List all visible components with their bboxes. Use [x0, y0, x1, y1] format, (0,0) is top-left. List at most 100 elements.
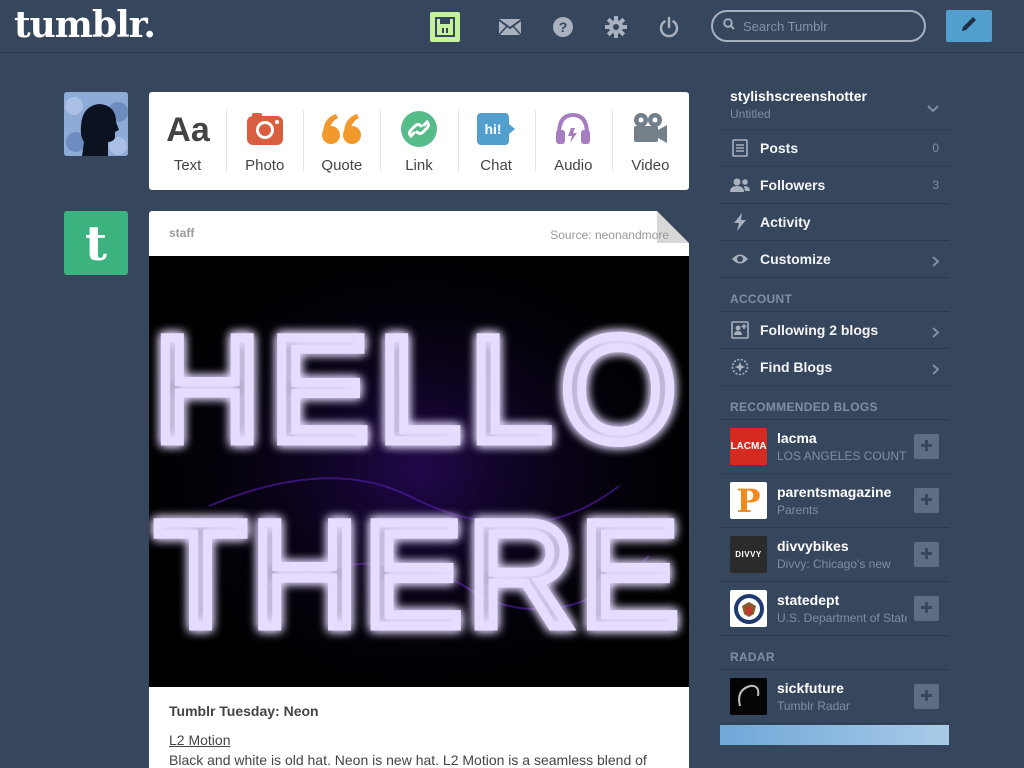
staff-avatar[interactable]: t	[64, 211, 128, 275]
posts-icon	[730, 138, 750, 158]
dashboard-icon[interactable]	[430, 12, 460, 42]
lightning-icon	[730, 212, 750, 232]
blog-description: Tumblr Radar	[777, 699, 850, 713]
blog-description: Parents	[777, 503, 819, 517]
radar-blog[interactable]: sickfuture Tumblr Radar	[720, 670, 949, 724]
search-input[interactable]	[743, 18, 913, 34]
sidebar-item-label: Customize	[760, 251, 831, 267]
recommended-blog[interactable]: DIVVY divvybikes Divvy: Chicago's new	[720, 528, 949, 582]
post-author[interactable]: staff	[169, 226, 194, 240]
recommended-blog[interactable]: statedept U.S. Department of State	[720, 582, 949, 636]
quote-icon	[321, 110, 363, 148]
radar-heading: RADAR	[720, 636, 949, 670]
compass-icon	[730, 357, 750, 377]
radar-blog-avatar	[730, 678, 767, 715]
blog-subtitle: Untitled	[730, 107, 771, 121]
gear-icon[interactable]	[601, 12, 631, 42]
post-type-audio[interactable]: Audio	[534, 92, 612, 190]
post-type-chat[interactable]: hi! Chat	[457, 92, 535, 190]
followers-icon	[730, 175, 750, 195]
posts-count: 0	[932, 141, 939, 155]
post-type-link[interactable]: Link	[380, 92, 457, 190]
search-box[interactable]	[711, 10, 926, 42]
lacma-logo: LACMA	[730, 428, 767, 465]
neon-text-there: THERE	[155, 490, 683, 658]
blog-name: sickfuture	[777, 680, 844, 696]
sidebar-item-customize[interactable]: Customize	[720, 241, 949, 278]
follow-button[interactable]	[914, 542, 939, 567]
post-type-label: Video	[631, 157, 670, 174]
post-type-text[interactable]: Aa Text	[149, 92, 226, 190]
post-type-video[interactable]: Video	[611, 92, 689, 190]
search-icon	[723, 17, 735, 35]
blog-description: LOS ANGELES COUNTY	[777, 449, 907, 463]
svg-text:t: t	[85, 220, 107, 266]
blog-name: stylishscreenshotter	[730, 88, 867, 104]
divvy-logo: DIVVY	[730, 536, 767, 573]
blog-name: lacma	[777, 430, 817, 446]
sidebar-item-label: Find Blogs	[760, 359, 833, 375]
chevron-right-icon	[932, 362, 940, 380]
post-photo[interactable]: HELLO THERE	[149, 256, 689, 687]
chevron-right-icon	[932, 254, 940, 272]
tumblr-logo[interactable]: tumblr.	[14, 4, 156, 46]
post-type-quote[interactable]: Quote	[303, 92, 380, 190]
blog-description: U.S. Department of State	[777, 611, 907, 625]
sidebar-item-find-blogs[interactable]: Find Blogs	[720, 349, 949, 386]
sidebar-item-label: Posts	[760, 140, 799, 156]
state-department-seal-icon	[730, 590, 767, 627]
account-heading: ACCOUNT	[720, 278, 949, 312]
sidebar-item-label: Following 2 blogs	[760, 322, 879, 338]
plus-icon	[921, 688, 932, 706]
sidebar-item-activity[interactable]: Activity	[720, 204, 949, 241]
link-icon	[400, 110, 437, 148]
follow-button[interactable]	[914, 596, 939, 621]
sidebar-item-followers[interactable]: Followers 3	[720, 167, 949, 204]
headphones-icon	[554, 110, 592, 148]
power-icon[interactable]	[654, 12, 684, 42]
post-title: Tumblr Tuesday: Neon	[169, 703, 319, 719]
post-type-label: Link	[405, 157, 433, 174]
blog-description: Divvy: Chicago's new	[777, 557, 891, 571]
eye-icon	[730, 249, 750, 269]
svg-text:?: ?	[559, 19, 568, 35]
post-type-label: Chat	[480, 157, 512, 174]
post-type-bar: Aa Text Photo Quote Link hi! Chat Audio …	[149, 92, 689, 190]
compose-button[interactable]	[946, 10, 992, 42]
recommended-blog[interactable]: LACMA lacma LOS ANGELES COUNTY	[720, 420, 949, 474]
post-source[interactable]: Source: neonandmore	[550, 228, 669, 242]
camera-icon	[246, 110, 284, 148]
radar-post-preview[interactable]	[720, 725, 949, 745]
post-type-label: Audio	[554, 157, 593, 174]
follow-button[interactable]	[914, 684, 939, 709]
video-camera-icon	[631, 110, 669, 148]
chevron-right-icon	[932, 325, 940, 343]
top-navbar: tumblr. ?	[0, 0, 1024, 53]
plus-icon	[921, 600, 932, 618]
post-type-label: Quote	[321, 157, 363, 174]
blog-name: divvybikes	[777, 538, 849, 554]
recommended-blog[interactable]: P parentsmagazine Parents	[720, 474, 949, 528]
help-icon[interactable]: ?	[548, 12, 578, 42]
pencil-icon	[959, 14, 979, 39]
post-body-text: Black and white is old hat. Neon is new …	[169, 752, 647, 768]
follow-button[interactable]	[914, 434, 939, 459]
svg-text:Aa: Aa	[166, 111, 211, 147]
sidebar-item-posts[interactable]: Posts 0	[720, 130, 949, 167]
post-body-link[interactable]: L2 Motion	[169, 732, 230, 748]
blog-switcher[interactable]: stylishscreenshotter Untitled	[720, 80, 949, 130]
post-type-photo[interactable]: Photo	[226, 92, 303, 190]
parents-logo: P	[730, 482, 767, 519]
blog-name: statedept	[777, 592, 840, 608]
blog-name: parentsmagazine	[777, 484, 892, 500]
follow-button[interactable]	[914, 488, 939, 513]
mail-icon[interactable]	[495, 12, 525, 42]
plus-icon	[921, 492, 932, 510]
user-avatar[interactable]	[64, 92, 128, 156]
sidebar-item-following[interactable]: Following 2 blogs	[720, 312, 949, 349]
right-sidebar: stylishscreenshotter Untitled Posts 0 Fo…	[720, 80, 949, 745]
text-icon: Aa	[165, 110, 211, 148]
neon-text-hello: HELLO	[153, 305, 685, 473]
sidebar-item-label: Followers	[760, 177, 826, 193]
svg-text:hi!: hi!	[485, 121, 502, 137]
